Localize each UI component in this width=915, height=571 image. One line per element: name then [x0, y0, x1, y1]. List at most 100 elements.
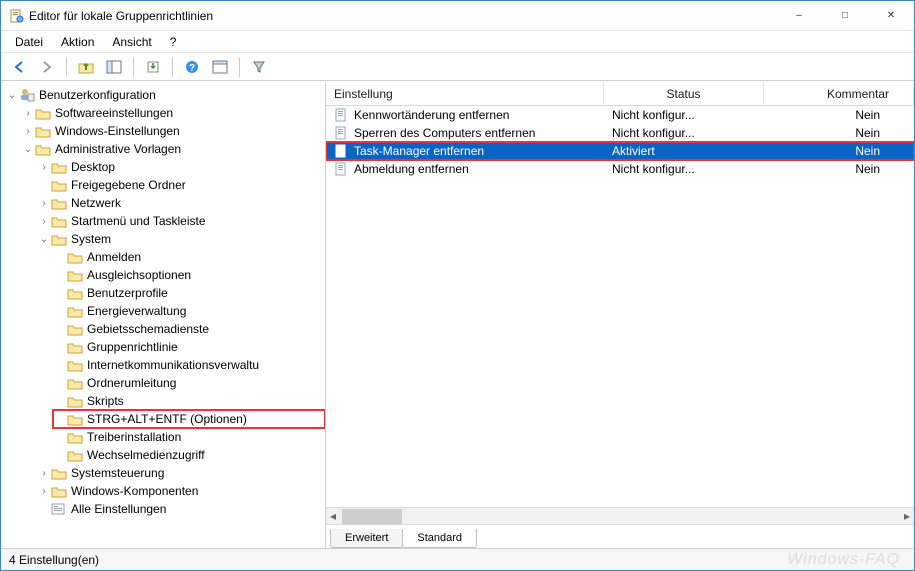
col-comment[interactable]: Kommentar — [764, 82, 914, 105]
show-hide-tree-button[interactable] — [102, 55, 126, 79]
tree-system-item[interactable]: Anmelden — [53, 248, 325, 266]
tree-system-item[interactable]: Ordnerumleitung — [53, 374, 325, 392]
tree-label: Desktop — [71, 160, 115, 174]
folder-icon — [67, 339, 83, 355]
tree-label: Internetkommunikationsverwaltu — [87, 358, 259, 372]
cell-comment: Nein — [764, 162, 914, 176]
close-button[interactable]: ✕ — [868, 1, 914, 30]
tree-user-config[interactable]: ⌄ Benutzerkonfiguration — [5, 86, 325, 104]
tree-software[interactable]: › Softwareeinstellungen — [21, 104, 325, 122]
all-settings-icon — [51, 501, 67, 517]
menu-action[interactable]: Aktion — [53, 33, 102, 51]
tree-system-item[interactable]: Gruppenrichtlinie — [53, 338, 325, 356]
tree-label: Windows-Einstellungen — [55, 124, 180, 138]
tab-extended[interactable]: Erweitert — [330, 529, 403, 548]
folder-icon — [67, 357, 83, 373]
tree-pane[interactable]: ⌄ Benutzerkonfiguration › Softwareeinstel… — [1, 82, 326, 548]
list-row[interactable]: Kennwortänderung entfernen Nicht konfigu… — [326, 106, 914, 124]
folder-icon — [35, 141, 51, 157]
minimize-button[interactable]: – — [776, 1, 822, 30]
folder-icon — [67, 429, 83, 445]
tree-label: STRG+ALT+ENTF (Optionen) — [87, 412, 247, 426]
cell-name-text: Sperren des Computers entfernen — [354, 126, 535, 140]
list-row[interactable]: Task-Manager entfernen Aktiviert Nein — [326, 142, 914, 160]
expand-icon: › — [21, 108, 35, 119]
tree-windows-components[interactable]: ›Windows-Komponenten — [37, 482, 325, 500]
tree-label: Energieverwaltung — [87, 304, 186, 318]
expand-icon: › — [37, 216, 51, 227]
policy-icon — [334, 126, 348, 140]
tree-desktop[interactable]: › Desktop — [37, 158, 325, 176]
list-row[interactable]: Abmeldung entfernen Nicht konfigur... Ne… — [326, 160, 914, 178]
toolbar: ? — [1, 53, 914, 81]
statusbar: 4 Einstellung(en) Windows-FAQ — [1, 548, 914, 570]
properties-button[interactable] — [208, 55, 232, 79]
content-area: ⌄ Benutzerkonfiguration › Softwareeinstel… — [1, 81, 914, 548]
cell-status: Nicht konfigur... — [604, 162, 764, 176]
help-button[interactable]: ? — [180, 55, 204, 79]
app-icon — [9, 8, 25, 24]
back-button[interactable] — [7, 55, 31, 79]
folder-icon — [51, 195, 67, 211]
tree-label: Freigegebene Ordner — [71, 178, 186, 192]
folder-icon — [67, 447, 83, 463]
tree-label: Alle Einstellungen — [71, 502, 166, 516]
export-list-button[interactable] — [141, 55, 165, 79]
expand-icon: › — [37, 162, 51, 173]
tree-all-settings[interactable]: Alle Einstellungen — [37, 500, 325, 518]
folder-icon — [51, 159, 67, 175]
tree-startmenu[interactable]: › Startmenü und Taskleiste — [37, 212, 325, 230]
tree-system-item[interactable]: Treiberinstallation — [53, 428, 325, 446]
expand-icon: › — [21, 126, 35, 137]
tree-system-item[interactable]: Ausgleichsoptionen — [53, 266, 325, 284]
rows-container[interactable]: Kennwortänderung entfernen Nicht konfigu… — [326, 106, 914, 507]
tree-system-item[interactable]: Skripts — [53, 392, 325, 410]
cell-name-text: Abmeldung entfernen — [354, 162, 469, 176]
col-name[interactable]: Einstellung — [326, 82, 604, 105]
cell-comment: Nein — [764, 108, 914, 122]
tree-label: Softwareeinstellungen — [55, 106, 173, 120]
tree-network[interactable]: ›Netzwerk — [37, 194, 325, 212]
menu-help[interactable]: ? — [162, 33, 185, 51]
up-folder-button[interactable] — [74, 55, 98, 79]
tree-shared-folders[interactable]: Freigegebene Ordner — [37, 176, 325, 194]
tree-system-item[interactable]: STRG+ALT+ENTF (Optionen) — [53, 410, 325, 428]
cell-comment: Nein — [764, 144, 914, 158]
folder-icon — [67, 411, 83, 427]
tree-label: Startmenü und Taskleiste — [71, 214, 206, 228]
tab-standard[interactable]: Standard — [402, 529, 477, 548]
tree-system-item[interactable]: Wechselmedienzugriff — [53, 446, 325, 464]
menu-file[interactable]: Datei — [7, 33, 51, 51]
details-pane: Einstellung Status Kommentar Kennwortänd… — [326, 82, 914, 548]
tree-system-item[interactable]: Gebietsschemadienste — [53, 320, 325, 338]
window-buttons: – □ ✕ — [776, 1, 914, 30]
collapse-icon: ⌄ — [21, 144, 35, 155]
maximize-button[interactable]: □ — [822, 1, 868, 30]
tree-admin-templates[interactable]: ⌄Administrative Vorlagen — [21, 140, 325, 158]
folder-icon — [51, 483, 67, 499]
folder-icon — [67, 375, 83, 391]
tree-system[interactable]: ⌄System — [37, 230, 325, 248]
filter-button[interactable] — [247, 55, 271, 79]
tree-label: Skripts — [87, 394, 124, 408]
tree-label: Gruppenrichtlinie — [87, 340, 178, 354]
tree-control-panel[interactable]: ›Systemsteuerung — [37, 464, 325, 482]
folder-icon — [51, 213, 67, 229]
svg-text:?: ? — [189, 63, 195, 74]
tree-windows[interactable]: › Windows-Einstellungen — [21, 122, 325, 140]
scrollbar-thumb[interactable] — [342, 509, 402, 524]
horizontal-scrollbar[interactable]: ◂ ▸ — [326, 507, 914, 524]
cell-name: Kennwortänderung entfernen — [326, 108, 604, 122]
menu-view[interactable]: Ansicht — [104, 33, 159, 51]
tree-label: Benutzerprofile — [87, 286, 168, 300]
cell-name: Task-Manager entfernen — [326, 144, 604, 158]
forward-button[interactable] — [35, 55, 59, 79]
tree-system-item[interactable]: Energieverwaltung — [53, 302, 325, 320]
list-row[interactable]: Sperren des Computers entfernen Nicht ko… — [326, 124, 914, 142]
folder-icon — [67, 285, 83, 301]
col-status[interactable]: Status — [604, 82, 764, 105]
titlebar: Editor für lokale Gruppenrichtlinien – □… — [1, 1, 914, 31]
tree-system-item[interactable]: Benutzerprofile — [53, 284, 325, 302]
folder-open-icon — [51, 231, 67, 247]
tree-system-item[interactable]: Internetkommunikationsverwaltu — [53, 356, 325, 374]
